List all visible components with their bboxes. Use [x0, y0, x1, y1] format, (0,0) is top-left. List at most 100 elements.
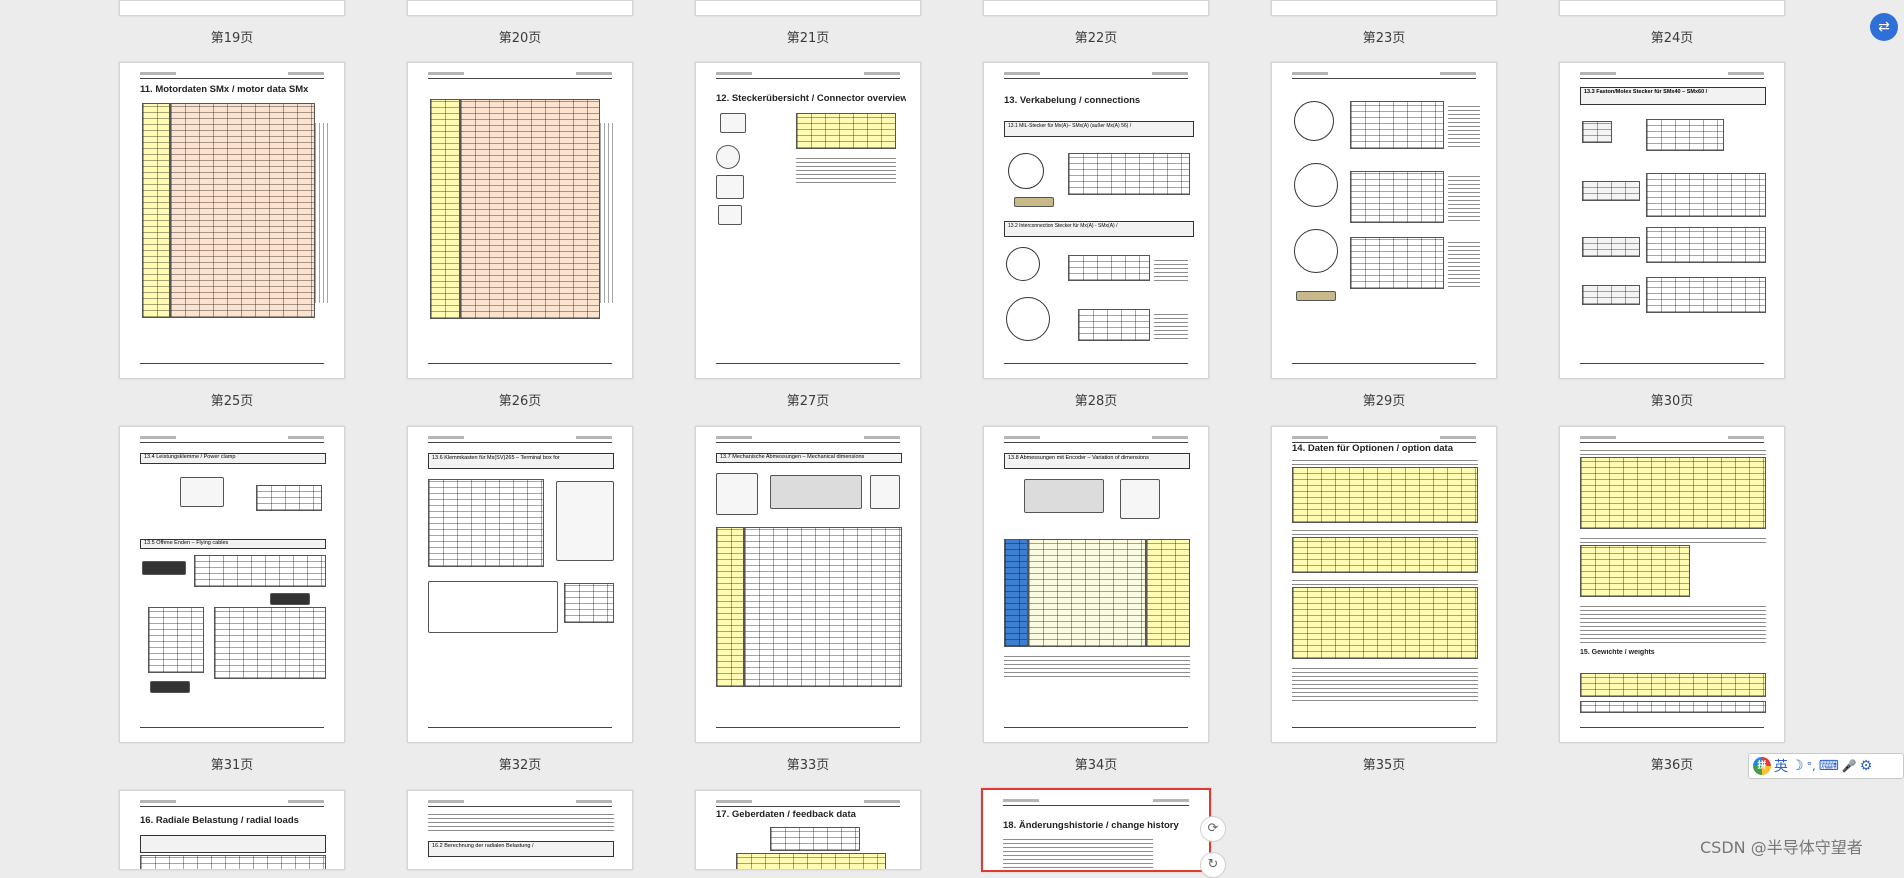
connector-drawing [716, 175, 744, 199]
page-thumb-32[interactable]: 13.6 Klemmkasten für Mx(SV)265 – Termina… [407, 426, 633, 743]
section-heading: 13.1 MIL-Stecker für Mx(A)– SMx(A) (auße… [1004, 121, 1194, 137]
page-thumb-24[interactable] [1559, 0, 1785, 16]
page-thumb-31[interactable]: 13.4 Leistungsklemme / Power clamp 13.5 … [119, 426, 345, 743]
section-heading: 13.6 Klemmkasten für Mx(SV)265 – Termina… [428, 453, 614, 469]
page-label: 第23页 [1362, 31, 1406, 46]
connector-drawing [1582, 181, 1640, 201]
cable-table [194, 555, 326, 587]
watermark: CSDN @半导体守望者 [1700, 838, 1863, 857]
section-heading: 16.2 Berechnung der radialen Belastung / [428, 841, 614, 857]
pin-table [1350, 237, 1444, 289]
keyboard-icon[interactable]: ⌨ [1819, 758, 1839, 774]
weight-table [1580, 701, 1766, 713]
section-heading: 15. Gewichte / weights [1580, 649, 1655, 656]
ime-logo-icon[interactable]: 拼 [1753, 757, 1771, 775]
cable-table [214, 607, 326, 679]
option-table [1292, 587, 1478, 659]
option-table [1292, 467, 1478, 523]
page-title: 14. Daten für Optionen / option data [1292, 443, 1453, 454]
page-label: 第33页 [786, 758, 830, 773]
page-label: 第31页 [210, 758, 254, 773]
data-table [460, 99, 600, 319]
page-thumb-33[interactable]: 13.7 Mechanische Abmessungen – Mechanica… [695, 426, 921, 743]
page-label: 第22页 [1074, 31, 1118, 46]
gear-icon[interactable]: ⚙ [1860, 758, 1873, 774]
page-label: 第26页 [498, 394, 542, 409]
translate-icon[interactable]: ⇄ [1870, 13, 1898, 41]
terminal-drawing [180, 477, 224, 507]
page-thumb-37[interactable]: 16. Radiale Belastung / radial loads [119, 790, 345, 870]
terminal-table [564, 583, 614, 623]
page-label: 第34页 [1074, 758, 1118, 773]
page-thumb-19[interactable] [119, 0, 345, 16]
page-title: 16. Radiale Belastung / radial loads [140, 815, 299, 826]
connector-drawing [718, 205, 742, 225]
pin-table [1646, 227, 1766, 263]
connector-table [796, 113, 896, 149]
page-thumb-23[interactable] [1271, 0, 1497, 16]
punctuation-icon[interactable]: °, [1807, 760, 1816, 773]
pin-table [256, 485, 322, 511]
motor-drawing [1024, 479, 1104, 513]
page-thumb-27[interactable]: 12. Steckerübersicht / Connector overvie… [695, 62, 921, 379]
page-thumb-35[interactable]: 14. Daten für Optionen / option data [1271, 426, 1497, 743]
connector-drawing [1006, 247, 1040, 281]
connector-drawing [1294, 229, 1338, 273]
dimension-table [1028, 539, 1146, 647]
section-heading: 13.2 Interconnection Stecker für Mx(A) -… [1004, 221, 1194, 237]
cable-drawing [142, 561, 186, 575]
page-thumb-29[interactable] [1271, 62, 1497, 379]
dimension-table [1004, 539, 1028, 647]
motor-drawing [1120, 479, 1160, 519]
connector-drawing [1582, 237, 1640, 257]
page-thumb-21[interactable] [695, 0, 921, 16]
page-thumb-40[interactable]: 18. Änderungshistorie / change history [981, 788, 1211, 872]
motor-drawing [770, 475, 862, 509]
page-thumb-38[interactable]: 16.2 Berechnung der radialen Belastung / [407, 790, 633, 870]
page-label: 第25页 [210, 394, 254, 409]
terminal-table [428, 479, 544, 567]
page-label: 第21页 [786, 31, 830, 46]
page-label: 第20页 [498, 31, 542, 46]
page-thumb-28[interactable]: 13. Verkabelung / connections 13.1 MIL-S… [983, 62, 1209, 379]
page-title: 17. Geberdaten / feedback data [716, 809, 856, 820]
moon-icon[interactable]: ☽ [1791, 758, 1804, 774]
section-heading: 13.5 Offene Enden – Flying cables [140, 539, 326, 549]
pin-table [1078, 309, 1150, 341]
rotate-icon[interactable]: ↻ [1200, 852, 1226, 878]
wiring-drawing [428, 581, 558, 633]
page-label: 第19页 [210, 31, 254, 46]
page-thumb-25[interactable]: 11. Motordaten SMx / motor data SMx [119, 62, 345, 379]
page-thumb-34[interactable]: 13.8 Abmessungen mit Encoder – Variation… [983, 426, 1209, 743]
page-thumb-39[interactable]: 17. Geberdaten / feedback data [695, 790, 921, 870]
page-thumb-26[interactable] [407, 62, 633, 379]
page-thumb-22[interactable] [983, 0, 1209, 16]
section-heading: 13.7 Mechanische Abmessungen – Mechanica… [716, 453, 902, 463]
page-title: 11. Motordaten SMx / motor data SMx [140, 84, 309, 95]
ime-lang-toggle[interactable]: 英 [1774, 756, 1788, 776]
option-table [1292, 537, 1478, 573]
page-thumb-30[interactable]: 13.3 Faston/Molex Stecker für SMx40 – SM… [1559, 62, 1785, 379]
connector-drawing [720, 113, 746, 133]
connector-drawing [1014, 197, 1054, 207]
dimension-table [716, 527, 744, 687]
ime-toolbar[interactable]: 拼 英 ☽ °, ⌨ 🎤 ⚙ [1748, 753, 1904, 779]
cable-drawing [150, 681, 190, 693]
dimension-table [1146, 539, 1190, 647]
connector-drawing [1006, 297, 1050, 341]
pin-table [1068, 255, 1150, 281]
microphone-icon[interactable]: 🎤 [1842, 759, 1857, 773]
refresh-icon[interactable]: ⟳ [1200, 816, 1226, 842]
page-thumb-36[interactable]: 15. Gewichte / weights [1559, 426, 1785, 743]
connector-drawing [1582, 285, 1640, 305]
page-title: 18. Änderungshistorie / change history [1003, 820, 1179, 831]
cable-table [148, 607, 204, 673]
data-table [170, 103, 315, 318]
page-label: 第35页 [1362, 758, 1406, 773]
page-label: 第29页 [1362, 394, 1406, 409]
page-label: 第30页 [1650, 394, 1694, 409]
page-label: 第28页 [1074, 394, 1118, 409]
option-table [1580, 545, 1690, 597]
cable-drawing [270, 593, 310, 605]
page-thumb-20[interactable] [407, 0, 633, 16]
